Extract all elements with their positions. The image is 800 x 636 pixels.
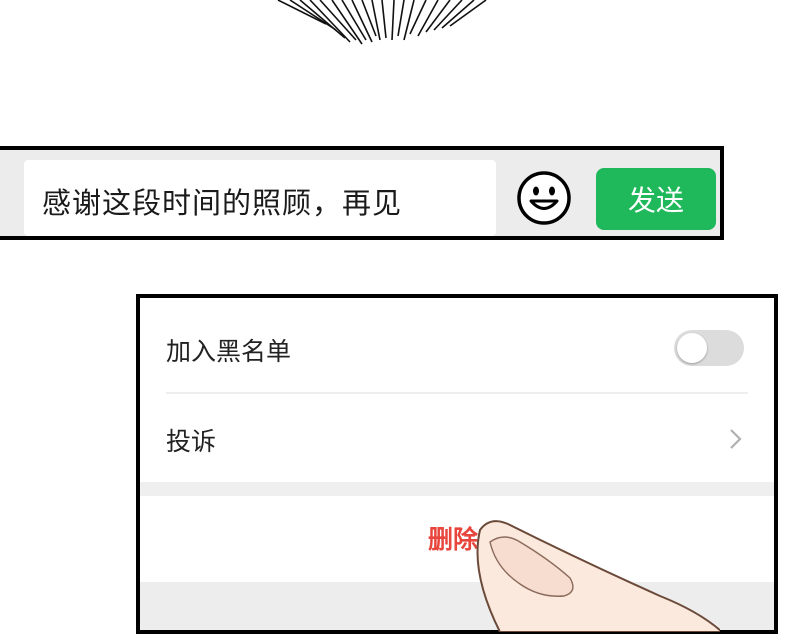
contact-settings-panel: 加入黑名单 投诉 删除 — [136, 294, 778, 634]
decorative-burst-lines — [0, 0, 800, 60]
toggle-knob — [677, 333, 707, 363]
complain-label: 投诉 — [166, 427, 217, 456]
section-gap — [140, 482, 774, 496]
complain-row[interactable]: 投诉 — [140, 394, 774, 486]
chat-input-bar: 感谢这段时间的照顾，再见 发送 — [0, 146, 724, 240]
delete-button[interactable]: 删除 — [140, 496, 774, 582]
message-text: 感谢这段时间的照顾，再见 — [42, 186, 403, 220]
section-gap-bottom — [140, 582, 774, 630]
blacklist-row[interactable]: 加入黑名单 — [140, 298, 774, 392]
blacklist-label: 加入黑名单 — [166, 337, 292, 366]
delete-label: 删除 — [428, 525, 479, 554]
blacklist-toggle[interactable] — [674, 330, 744, 366]
message-input[interactable]: 感谢这段时间的照顾，再见 — [24, 160, 496, 236]
chevron-right-icon — [726, 424, 746, 454]
emoji-button[interactable] — [516, 170, 572, 226]
send-button[interactable]: 发送 — [596, 168, 716, 230]
smiley-face-icon — [517, 171, 571, 225]
